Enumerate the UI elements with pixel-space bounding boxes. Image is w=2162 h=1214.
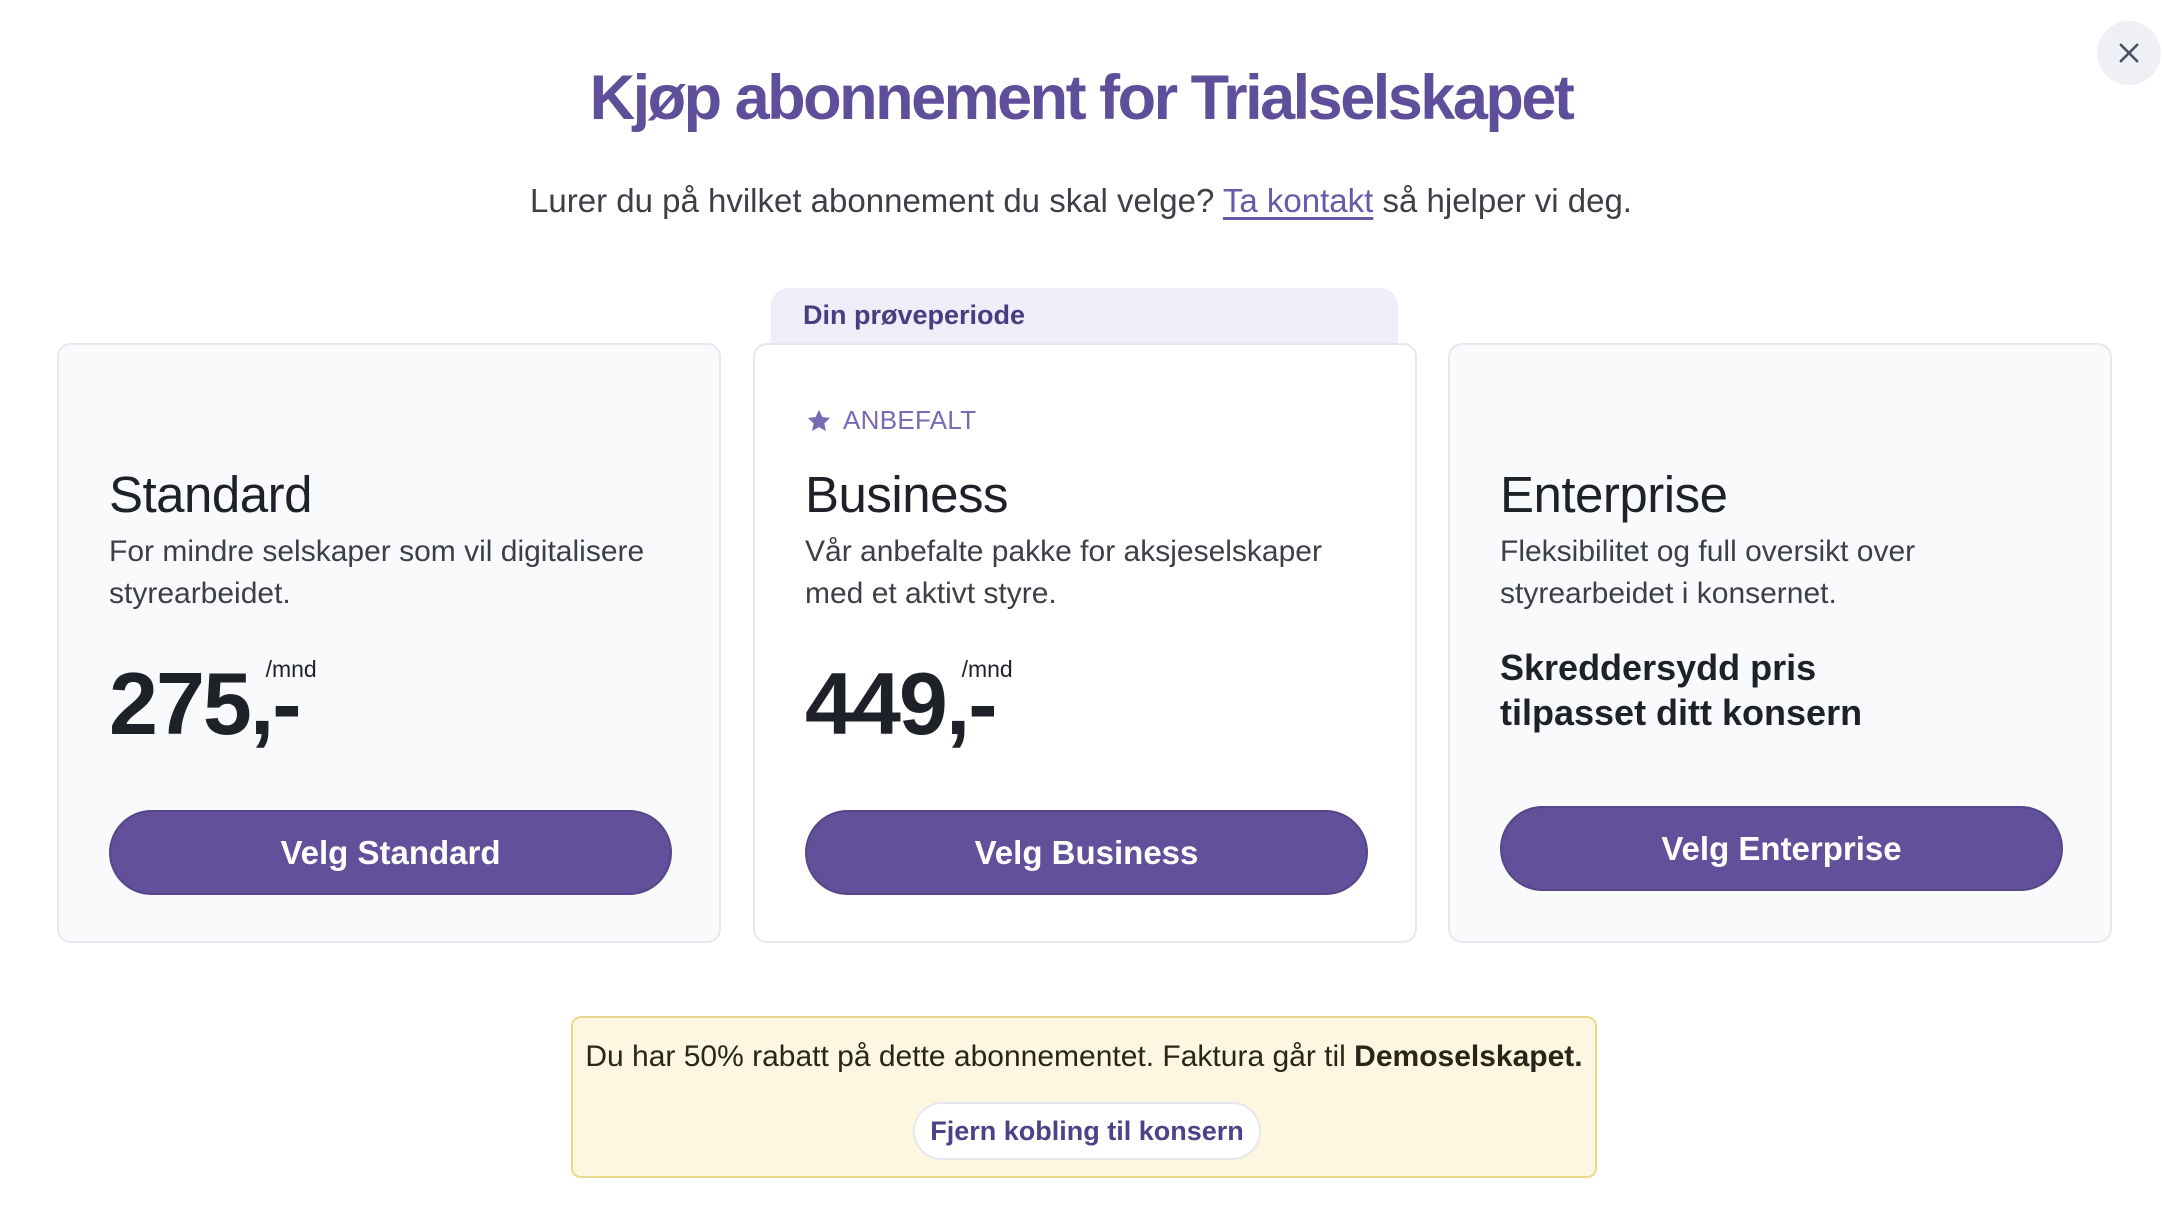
billing-company: Demoselskapet. [1354, 1040, 1583, 1073]
plan-description: Vår anbefalte pakke for aksjeselskaper m… [805, 535, 1322, 610]
plan-price: 275,- /mnd [109, 656, 317, 748]
subtitle-text-after: så hjelper vi deg. [1382, 182, 1632, 219]
recommended-badge: ANBEFALT [805, 405, 976, 436]
custom-price-line: tilpasset ditt konsern [1500, 692, 1863, 733]
plan-name: Standard [109, 466, 313, 523]
price-unit: /mnd [265, 656, 317, 682]
plan-name: Business [805, 466, 1008, 523]
remove-group-link-button[interactable]: Fjern kobling til konsern [913, 1102, 1261, 1160]
plan-card-business: ANBEFALT Business Vår anbefalte pakke fo… [753, 343, 1417, 943]
plan-card-standard: Standard For mindre selskaper som vil di… [57, 343, 721, 943]
plan-price: 449,- /mnd [805, 656, 1013, 748]
contact-link[interactable]: Ta kontakt [1223, 182, 1373, 219]
trial-period-tab: Din prøveperiode [771, 288, 1398, 346]
dialog-subtitle: Lurer du på hvilket abonnement du skal v… [0, 182, 2162, 220]
price-unit: /mnd [961, 656, 1013, 682]
dialog-title: Kjøp abonnement for Trialselskapet [589, 63, 1575, 133]
plan-name: Enterprise [1500, 466, 1728, 523]
subtitle-text-before: Lurer du på hvilket abonnement du skal v… [530, 182, 1215, 219]
subscription-dialog: Kjøp abonnement for Trialselskapet Lurer… [0, 0, 2162, 1214]
notice-message: Du har 50% rabatt på dette abonnementet.… [585, 1040, 1346, 1073]
custom-price-line: Skreddersydd pris [1500, 647, 1817, 688]
select-enterprise-button[interactable]: Velg Enterprise [1500, 806, 2063, 891]
notice-text: Du har 50% rabatt på dette abonnementet.… [573, 1040, 1595, 1074]
badge-label: ANBEFALT [843, 405, 977, 435]
plan-card-enterprise: Enterprise Fleksibilitet og full oversik… [1448, 343, 2112, 943]
plan-description: Fleksibilitet og full oversikt over styr… [1500, 535, 1916, 610]
select-business-button[interactable]: Velg Business [805, 810, 1368, 895]
select-standard-button[interactable]: Velg Standard [109, 810, 672, 895]
plan-description: For mindre selskaper som vil digitaliser… [109, 535, 645, 610]
discount-notice: Du har 50% rabatt på dette abonnementet.… [571, 1016, 1597, 1178]
star-icon [807, 409, 831, 431]
custom-price: Skreddersydd pris tilpasset ditt konsern [1500, 645, 2060, 735]
